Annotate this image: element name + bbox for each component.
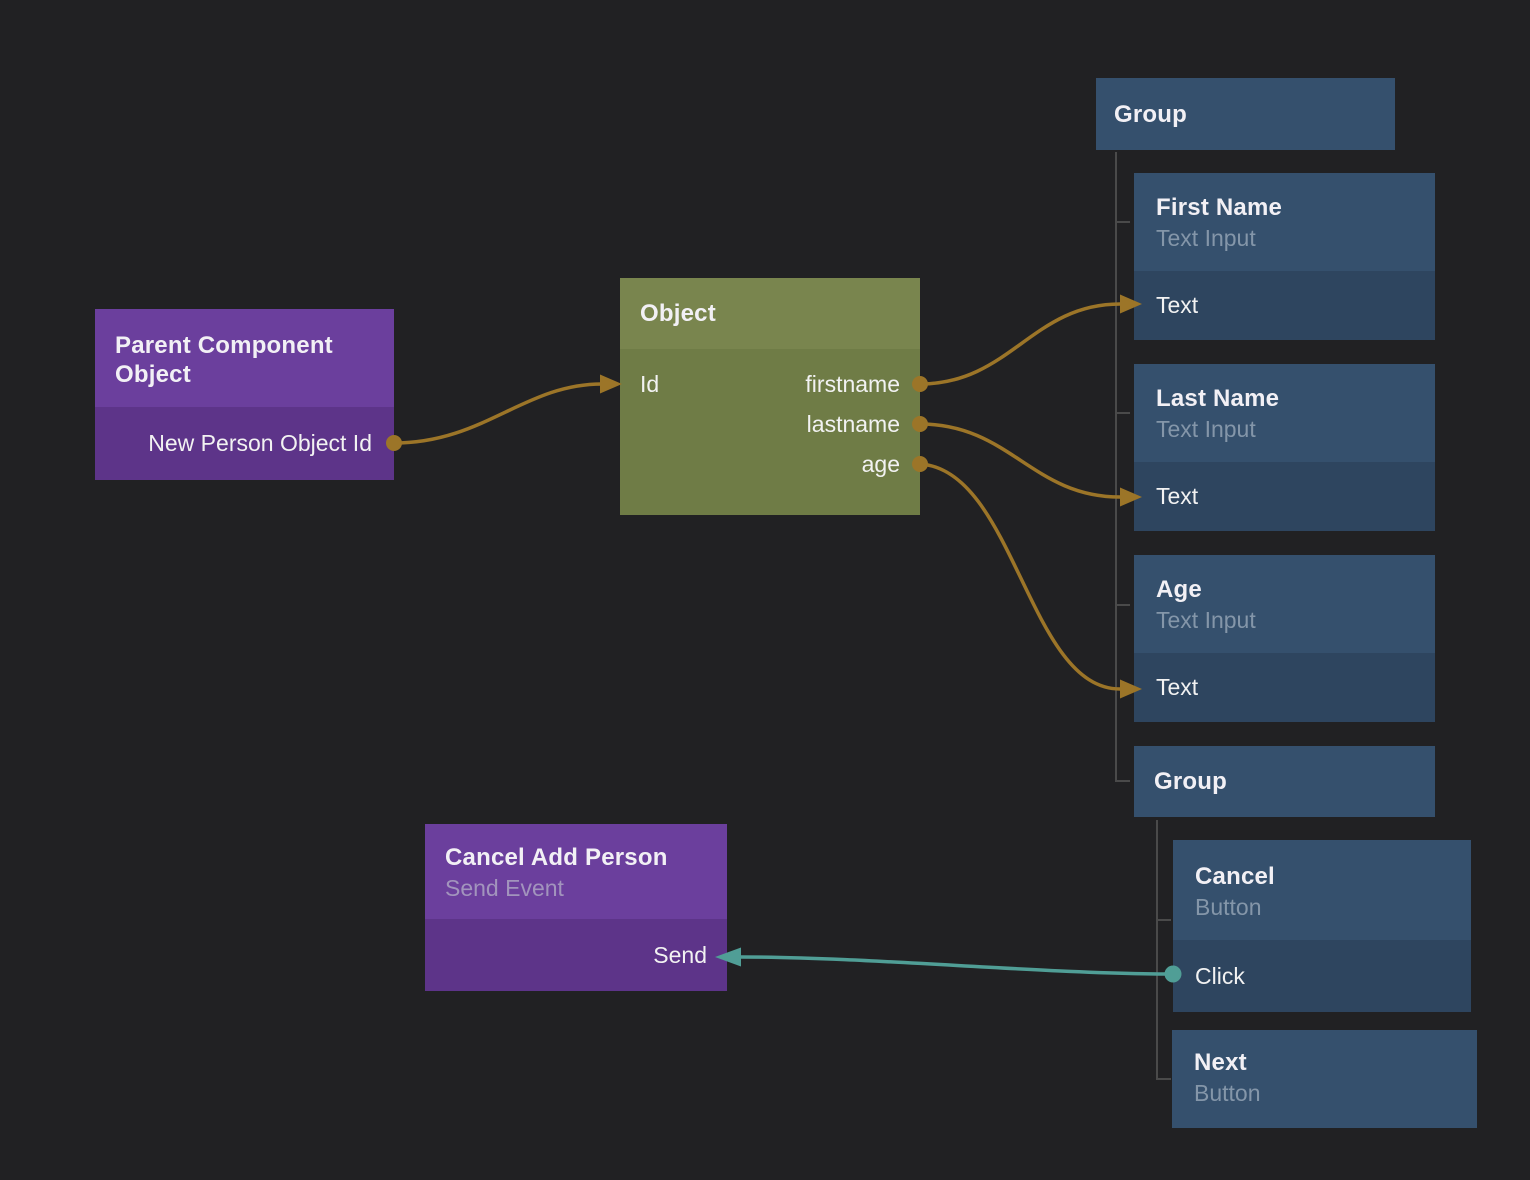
node-title: Age <box>1156 575 1435 604</box>
node-body[interactable]: Send <box>425 919 727 991</box>
node-type-label: Send Event <box>445 874 727 902</box>
port-new-person-object-id[interactable]: New Person Object Id <box>148 430 372 457</box>
node-group-outer[interactable]: Group <box>1096 78 1395 150</box>
group-hierarchy-line-outer <box>1116 152 1130 781</box>
node-cancel-button[interactable]: Cancel Button Click <box>1173 840 1471 1012</box>
node-header[interactable]: Cancel Button <box>1173 840 1471 940</box>
node-title: First Name <box>1156 193 1435 222</box>
node-next-button[interactable]: Next Button <box>1172 1030 1477 1128</box>
node-type-label: Text Input <box>1156 224 1435 252</box>
port-text[interactable]: Text <box>1156 292 1198 319</box>
node-first-name[interactable]: First Name Text Input Text <box>1134 173 1435 340</box>
node-title: Object <box>640 299 716 328</box>
node-type-label: Button <box>1195 893 1471 921</box>
port-row[interactable]: lastname <box>620 404 920 444</box>
node-body[interactable]: New Person Object Id <box>95 407 394 480</box>
node-title: Parent Component Object <box>115 331 374 389</box>
port-text[interactable]: Text <box>1156 483 1198 510</box>
node-body[interactable]: Text <box>1134 271 1435 340</box>
port-lastname[interactable]: lastname <box>807 411 900 438</box>
port-click[interactable]: Click <box>1195 963 1245 990</box>
wire-newpersonid-to-object-id[interactable] <box>394 384 602 443</box>
port-text[interactable]: Text <box>1156 674 1198 701</box>
node-header[interactable]: Age Text Input <box>1134 555 1435 653</box>
wire-click-to-send[interactable] <box>741 957 1173 974</box>
node-type-label: Button <box>1194 1079 1477 1107</box>
port-firstname[interactable]: firstname <box>805 371 900 398</box>
group-hierarchy-line-inner <box>1157 820 1171 1079</box>
node-header[interactable]: First Name Text Input <box>1134 173 1435 271</box>
node-title: Last Name <box>1156 384 1435 413</box>
node-title: Group <box>1114 100 1187 129</box>
port-send[interactable]: Send <box>653 942 707 969</box>
node-last-name[interactable]: Last Name Text Input Text <box>1134 364 1435 531</box>
node-body[interactable]: Id firstname lastname age <box>620 349 920 515</box>
wire-firstname-to-firstname-text[interactable] <box>920 304 1120 384</box>
arrowhead-object-id <box>600 375 622 394</box>
wire-age-to-age-text[interactable] <box>920 464 1120 689</box>
node-header[interactable]: Parent Component Object <box>95 309 394 407</box>
port-age[interactable]: age <box>862 451 900 478</box>
node-group-inner[interactable]: Group <box>1134 746 1435 817</box>
node-body[interactable]: Text <box>1134 653 1435 722</box>
node-body[interactable]: Click <box>1173 940 1471 1012</box>
node-title: Group <box>1154 767 1227 796</box>
node-parent-component-object[interactable]: Parent Component Object New Person Objec… <box>95 309 394 480</box>
port-id[interactable]: Id <box>640 371 659 398</box>
wire-lastname-to-lastname-text[interactable] <box>920 424 1120 497</box>
node-type-label: Text Input <box>1156 606 1435 634</box>
node-object[interactable]: Object Id firstname lastname age <box>620 278 920 515</box>
node-header[interactable]: Cancel Add Person Send Event <box>425 824 727 919</box>
node-title: Next <box>1194 1048 1477 1077</box>
node-body[interactable]: Text <box>1134 462 1435 531</box>
node-header[interactable]: Last Name Text Input <box>1134 364 1435 462</box>
node-age[interactable]: Age Text Input Text <box>1134 555 1435 722</box>
port-row[interactable]: Id firstname <box>620 364 920 404</box>
node-header[interactable]: Object <box>620 278 920 349</box>
node-type-label: Text Input <box>1156 415 1435 443</box>
node-title: Cancel <box>1195 862 1471 891</box>
node-cancel-add-person[interactable]: Cancel Add Person Send Event Send <box>425 824 727 991</box>
node-title: Cancel Add Person <box>445 843 727 872</box>
port-row[interactable]: age <box>620 444 920 484</box>
